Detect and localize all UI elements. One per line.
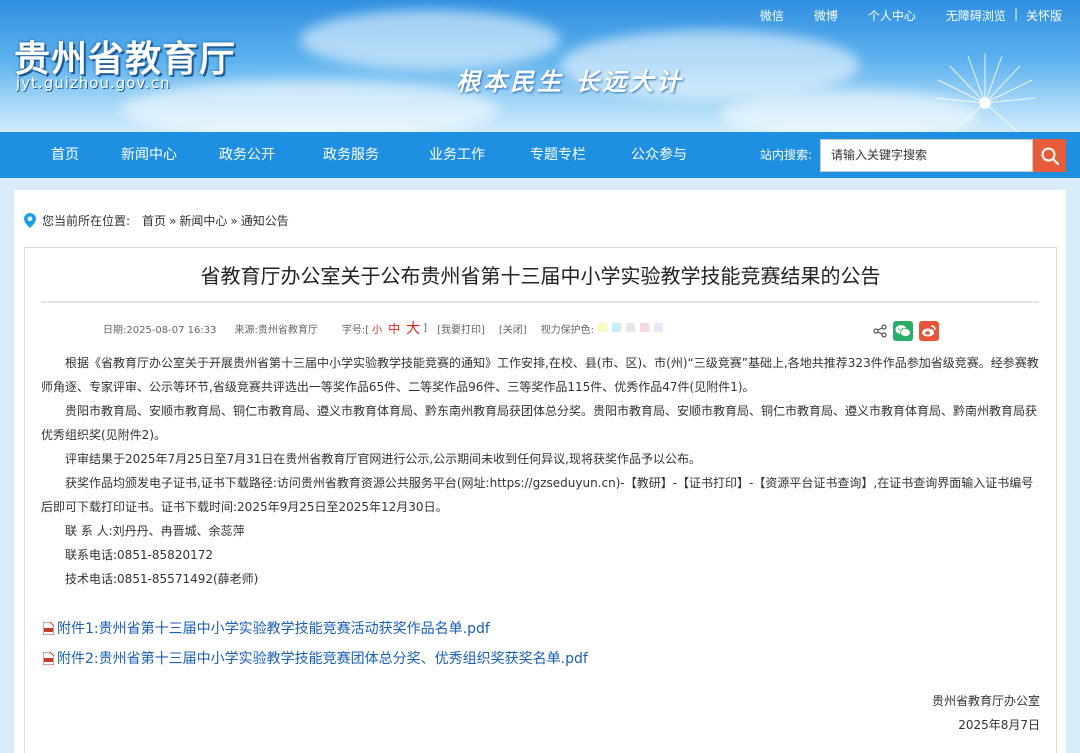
font-size-small[interactable]: 小	[372, 321, 382, 336]
font-size-label: 字号:[	[341, 324, 370, 336]
nav-item-special-topics[interactable]: 专题专栏	[530, 132, 586, 178]
breadcrumb-prefix: 您当前所在位置:	[42, 214, 131, 228]
top-link-wechat[interactable]: 微信	[760, 7, 784, 24]
article-source: 来源:贵州省教育厅	[234, 324, 318, 336]
search-input[interactable]: 请输入关键字搜索	[820, 139, 1033, 172]
eye-care-swatch-4[interactable]	[640, 323, 650, 332]
nav-item-government-affairs[interactable]: 政务公开	[219, 132, 275, 178]
dandelion-decoration-icon	[934, 53, 1036, 132]
weibo-icon	[922, 325, 936, 337]
attachment-2-label: 附件2:贵州省第十三届中小学实验教学技能竞赛团体总分奖、优秀组织奖获奖名单.pd…	[57, 651, 588, 667]
site-slogan: 根本民生 长远大计	[456, 67, 684, 96]
eye-care-label: 视力保护色:	[540, 324, 595, 336]
paragraph: 评审结果于2025年7月25日至7月31日在贵州省教育厅官网进行公示,公示期间未…	[65, 452, 701, 466]
article-body: 根据《省教育厅办公室关于开展贵州省第十三届中小学实验教学技能竞赛的通知》工作安排…	[41, 351, 1041, 591]
nav-item-news[interactable]: 新闻中心	[121, 132, 177, 178]
nav-item-public-participation[interactable]: 公众参与	[631, 132, 687, 178]
close-link[interactable]: [关闭]	[499, 321, 527, 336]
search-icon	[1041, 147, 1059, 165]
technical-phone: 技术电话:0851-85571492(薛老师)	[65, 572, 259, 586]
article-title: 省教育厅办公室关于公布贵州省第十三届中小学实验教学技能竞赛结果的公告	[200, 264, 881, 288]
eye-care-swatch-6[interactable]	[668, 323, 678, 332]
pdf-icon	[43, 651, 54, 665]
attachment-link-2[interactable]: 附件2:贵州省第十三届中小学实验教学技能竞赛团体总分奖、优秀组织奖获奖名单.pd…	[43, 648, 588, 668]
eye-care-swatch-3[interactable]	[626, 323, 636, 332]
eye-care-swatch-5[interactable]	[654, 323, 664, 332]
breadcrumb: 您当前所在位置: 首页 » 新闻中心 » 通知公告	[24, 212, 289, 229]
paragraph: 根据《省教育厅办公室关于开展贵州省第十三届中小学实验教学技能竞赛的通知》工作安排…	[41, 356, 1039, 394]
signature-issuer: 贵州省教育厅办公室	[931, 694, 1040, 708]
font-size-close-bracket: ]	[423, 322, 428, 334]
signature-date: 2025年8月7日	[958, 718, 1040, 732]
paragraph: 贵阳市教育局、安顺市教育局、铜仁市教育局、遵义市教育体育局、黔东南州教育局获团体…	[41, 404, 1038, 442]
weibo-share-button[interactable]	[919, 321, 939, 341]
breadcrumb-item-home[interactable]: 首页	[142, 212, 166, 229]
banner-cloud	[120, 80, 500, 132]
breadcrumb-item-news[interactable]: 新闻中心	[179, 212, 227, 229]
banner-cloud	[300, 10, 560, 70]
title-divider	[41, 301, 1039, 303]
attachment-1-label: 附件1:贵州省第十三届中小学实验教学技能竞赛活动获奖作品名单.pdf	[57, 621, 490, 637]
paragraph: 获奖作品均颁发电子证书,证书下载路径:访问贵州省教育资源公共服务平台(网址:ht…	[41, 476, 1034, 514]
font-size-large[interactable]: 大	[406, 318, 420, 338]
location-pin-icon	[24, 213, 36, 228]
top-link-accessibility[interactable]: 无障碍浏览	[946, 7, 1006, 24]
share-bar	[873, 321, 939, 341]
eye-care-swatches	[598, 323, 682, 334]
font-size-medium[interactable]: 中	[388, 320, 400, 337]
wechat-share-button[interactable]	[893, 321, 913, 341]
eye-care-swatch-1[interactable]	[598, 323, 608, 332]
content-page: 您当前所在位置: 首页 » 新闻中心 » 通知公告 省教育厅办公室关于公布贵州省…	[14, 190, 1066, 753]
nav-item-government-services[interactable]: 政务服务	[323, 132, 379, 178]
contact-person: 联 系 人:刘丹丹、冉晋城、余蕊萍	[65, 524, 245, 538]
top-links: 微信 微博 个人中心 无障碍浏览 | 关怀版	[730, 7, 1062, 24]
header-banner: 贵州省教育厅 jyt.guizhou.gov.cn 根本民生 长远大计 微信 微…	[0, 0, 1080, 132]
publish-date: 日期:2025-08-07 16:33	[103, 324, 217, 336]
nav-item-business[interactable]: 业务工作	[429, 132, 485, 178]
search-label: 站内搜索:	[760, 148, 813, 162]
top-link-elder-mode[interactable]: 关怀版	[1026, 7, 1062, 24]
print-link[interactable]: [我要打印]	[437, 321, 485, 336]
share-icon[interactable]	[873, 324, 887, 338]
top-link-weibo[interactable]: 微博	[814, 7, 838, 24]
nav-item-home[interactable]: 首页	[51, 132, 79, 178]
site-url: jyt.guizhou.gov.cn	[16, 74, 171, 92]
breadcrumb-item-notices[interactable]: 通知公告	[241, 212, 289, 229]
top-link-separator: |	[1013, 7, 1018, 21]
eye-care-swatch-2[interactable]	[612, 323, 622, 332]
contact-phone: 联系电话:0851-85820172	[65, 548, 213, 562]
top-link-personal-center[interactable]: 个人中心	[868, 7, 916, 24]
article-meta: 日期:2025-08-07 16:33 来源:贵州省教育厅 字号:[ 小 中 大…	[103, 318, 682, 338]
article: 省教育厅办公室关于公布贵州省第十三届中小学实验教学技能竞赛结果的公告 日期:20…	[24, 247, 1057, 753]
breadcrumb-separator: »	[169, 213, 177, 228]
breadcrumb-separator: »	[230, 213, 238, 228]
attachment-link-1[interactable]: 附件1:贵州省第十三届中小学实验教学技能竞赛活动获奖作品名单.pdf	[43, 618, 490, 638]
search-button[interactable]	[1033, 139, 1066, 172]
pdf-icon	[43, 621, 54, 635]
wechat-icon	[895, 325, 911, 337]
